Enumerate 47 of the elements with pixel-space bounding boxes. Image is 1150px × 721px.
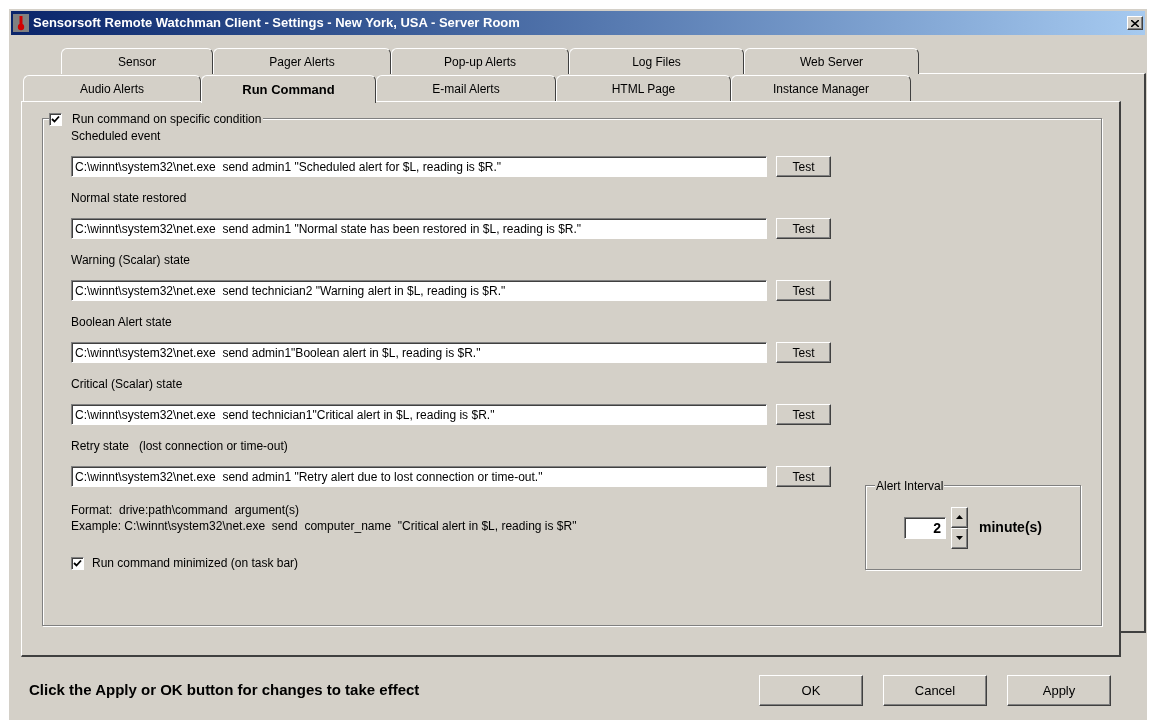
dialog-button[interactable]: OK	[759, 675, 863, 706]
tab[interactable]: Pager Alerts	[213, 48, 391, 74]
test-button[interactable]: Test	[776, 218, 831, 239]
close-button[interactable]	[1127, 16, 1143, 30]
tab[interactable]: HTML Page	[556, 75, 731, 101]
group-label: Run command on specific condition	[72, 111, 262, 128]
dialog-button[interactable]: Apply	[1007, 675, 1111, 706]
interval-field[interactable]: 2	[904, 516, 946, 539]
command-field[interactable]: C:\winnt\system32\net.exe send technician1"Critical alert in $L, reading is $R."	[71, 404, 767, 425]
hint-text: Click the Apply or OK button for changes to take effect	[29, 680, 420, 701]
field-label: Scheduled event	[71, 128, 162, 145]
test-button[interactable]: Test	[776, 156, 831, 177]
command-field[interactable]: C:\winnt\system32\net.exe send admin1 "Retry alert due to lost connection or time-out."	[71, 466, 767, 487]
close-icon	[1131, 19, 1139, 27]
checkbox-label: Run command minimized (on task bar)	[92, 555, 299, 572]
field-label: Warning (Scalar) state	[71, 252, 191, 269]
command-field[interactable]: C:\winnt\system32\net.exe send admin1 "Normal state has been restored in $L, reading is $R."	[71, 218, 767, 239]
checkmark-icon	[51, 114, 60, 124]
field-label: Critical (Scalar) state	[71, 376, 184, 393]
tab[interactable]: Instance Manager	[731, 75, 911, 101]
window-title: Sensorsoft Remote Watchman Client - Settings - New York, USA - Server Room	[33, 14, 520, 33]
test-button[interactable]: Test	[776, 280, 831, 301]
tab[interactable]: Pop-up Alerts	[391, 48, 569, 74]
example-note: Example: C:\winnt\system32\net.exe send computer_name "Critical alert in $L, reading is $R"	[71, 518, 577, 534]
tab[interactable]: E-mail Alerts	[376, 75, 556, 101]
checkmark-icon	[73, 558, 82, 568]
test-button[interactable]: Test	[776, 342, 831, 363]
tab[interactable]: Audio Alerts	[23, 75, 201, 101]
test-button[interactable]: Test	[776, 466, 831, 487]
dialog-button[interactable]: Cancel	[883, 675, 987, 706]
command-field[interactable]: C:\winnt\system32\net.exe send technician2 "Warning alert in $L, reading is $R."	[71, 280, 767, 301]
tab[interactable]: Sensor	[61, 48, 213, 74]
format-note: Format: drive:path\command argument(s)	[71, 502, 301, 518]
field-label: Retry state (lost connection or time-out)	[71, 438, 289, 455]
field-label: Normal state restored	[71, 190, 188, 207]
checkbox[interactable]	[71, 556, 84, 570]
thermometer-icon	[13, 14, 29, 32]
tab[interactable]: Web Server	[744, 48, 919, 74]
tab[interactable]: Run Command	[201, 75, 376, 103]
command-field[interactable]: C:\winnt\system32\net.exe send admin1"Boolean alert in $L, reading is $R."	[71, 342, 767, 363]
unit-label: minute(s)	[979, 518, 1042, 537]
checkbox[interactable]	[49, 112, 62, 126]
field-label: Boolean Alert state	[71, 314, 173, 331]
command-field[interactable]: C:\winnt\system32\net.exe send admin1 "Scheduled alert for $L, reading is $R."	[71, 156, 767, 177]
test-button[interactable]: Test	[776, 404, 831, 425]
spin-buttons[interactable]	[951, 506, 968, 549]
tab[interactable]: Log Files	[569, 48, 744, 74]
